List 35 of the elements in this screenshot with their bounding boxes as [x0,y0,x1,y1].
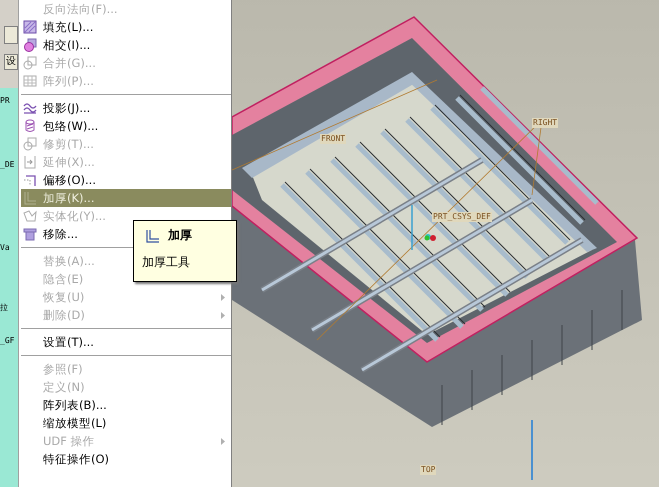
tooltip-text: 加厚工具 [142,254,191,271]
cylinder-icon [23,119,37,133]
menu-item[interactable]: 相交(I)... [21,36,231,54]
tree-item-text: 拉 [0,303,9,313]
menu-item[interactable]: 偏移(O)... [21,171,231,189]
hatched-square-icon [23,20,37,34]
overlapping-squares-icon [23,137,37,151]
tree-item-text: _DE [0,160,16,170]
menu-item[interactable]: 特征操作(O) [21,450,231,468]
intersect-icon [23,38,37,52]
tree-item-text: Va [0,243,11,253]
datum-label: PRT_CSYS_DEF [432,212,492,222]
toolbar-button[interactable] [4,26,18,44]
menu-item[interactable]: 包络(W)... [21,117,231,135]
remove-icon [23,227,37,241]
datum-label: RIGHT [532,118,558,128]
tree-item-text: _GF [0,336,16,346]
tooltip-title: 加厚 [168,227,192,244]
wave-icon [23,101,37,115]
arrow-box-icon [23,155,37,169]
tree-item-text: PR [0,96,11,106]
menu-item[interactable]: 设置(T)... [21,333,231,351]
grid-icon [23,74,37,88]
panel-tab[interactable]: 设 [4,54,18,70]
bracket-icon [23,191,37,205]
bracket-icon [146,228,160,242]
datum-label: TOP [420,465,436,475]
offset-corner-icon [23,173,37,187]
overlapping-squares-icon [23,56,37,70]
menu-item[interactable]: 缩放模型(L) [21,414,231,432]
solid-icon [23,209,37,223]
menu-item[interactable]: 投影(J)... [21,99,231,117]
datum-label: FRONT [320,134,346,144]
menu-item[interactable]: 填充(L)... [21,18,231,36]
menu-item[interactable]: 阵列表(B)... [21,396,231,414]
